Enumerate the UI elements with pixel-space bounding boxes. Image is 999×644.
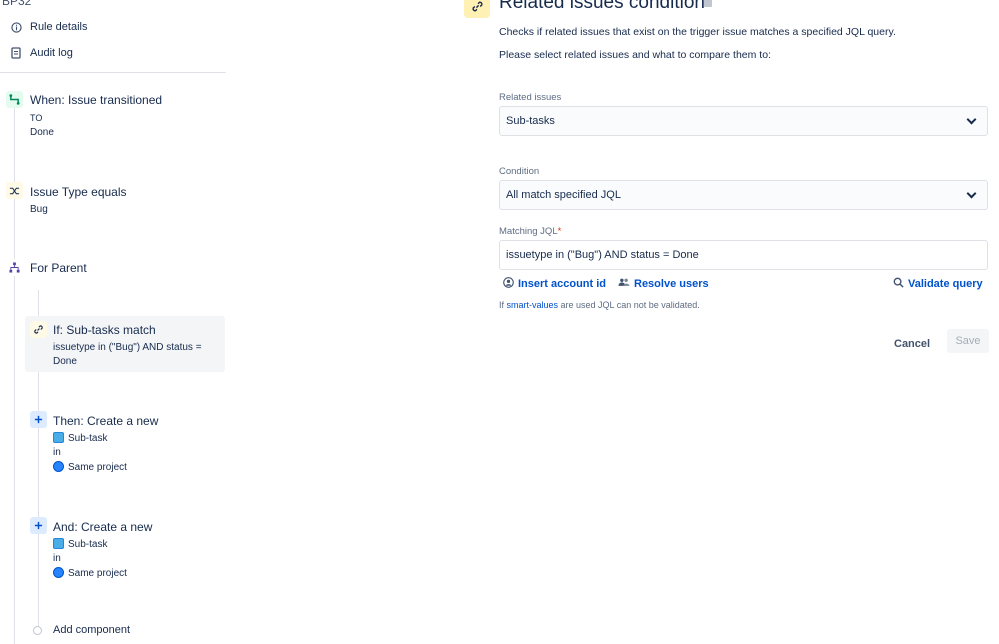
- issue-type-condition[interactable]: Issue Type equals Bug: [0, 182, 220, 218]
- nav-rule-details[interactable]: Rule details: [10, 21, 87, 33]
- nav-audit-log[interactable]: Audit log: [10, 47, 73, 59]
- subtask-icon: [53, 538, 64, 549]
- info-icon: [10, 21, 22, 33]
- trigger-icon: [6, 91, 23, 108]
- document-icon: [10, 47, 22, 59]
- user-icon: [503, 277, 514, 291]
- description-line1: Checks if related issues that exist on t…: [499, 26, 896, 38]
- subtask-icon: [53, 432, 64, 443]
- insert-account-id-button[interactable]: Insert account id: [503, 277, 606, 291]
- chevron-down-icon: [966, 188, 977, 199]
- nav-rule-details-label: Rule details: [30, 21, 88, 33]
- page-title: Related issues condition: [499, 0, 705, 13]
- plus-icon: [30, 411, 47, 428]
- then-in: in: [53, 447, 61, 458]
- shuffle-icon: [6, 182, 23, 199]
- add-dot-icon: [33, 625, 42, 635]
- save-button[interactable]: Save: [947, 329, 989, 353]
- project-icon: [53, 567, 64, 578]
- then-project: Same project: [53, 461, 127, 473]
- related-issues-value: Sub-tasks: [506, 115, 555, 127]
- link-icon: [464, 0, 490, 18]
- and-in: in: [53, 553, 61, 564]
- matching-jql-input[interactable]: issuetype in ("Bug") AND status = Done: [499, 240, 988, 270]
- condition-value: Bug: [30, 204, 48, 215]
- rule-sidebar: BP32 Rule details Audit log When: Issue …: [0, 0, 230, 644]
- condition-title: Issue Type equals: [30, 185, 127, 199]
- if-jql-line2: Done: [53, 356, 77, 367]
- related-issues-label: Related issues: [499, 92, 562, 103]
- related-issues-select[interactable]: Sub-tasks: [499, 106, 988, 136]
- search-icon: [893, 277, 904, 291]
- hierarchy-icon: [6, 259, 23, 276]
- project-icon: [53, 461, 64, 472]
- link-icon: [30, 321, 47, 338]
- resolve-users-button[interactable]: Resolve users: [618, 277, 709, 290]
- condition-select[interactable]: All match specified JQL: [499, 180, 988, 210]
- and-create-action[interactable]: And: Create a new Sub-task in Same proje…: [28, 516, 218, 582]
- trigger-line-to: TO: [30, 113, 43, 123]
- nav-audit-log-label: Audit log: [30, 47, 73, 59]
- required-marker: *: [557, 226, 562, 237]
- condition-label: Condition: [499, 166, 540, 177]
- then-issue-type: Sub-task: [53, 432, 107, 444]
- project-key: BP32: [2, 0, 32, 8]
- if-title: If: Sub-tasks match: [53, 323, 156, 337]
- branch-title: For Parent: [30, 261, 87, 275]
- people-icon: [618, 277, 630, 290]
- trigger-component[interactable]: When: Issue transitioned TO Done: [0, 90, 220, 142]
- matching-jql-value: issuetype in ("Bug") AND status = Done: [506, 249, 699, 261]
- validate-query-button[interactable]: Validate query: [893, 277, 983, 291]
- description-line2: Please select related issues and what to…: [499, 49, 771, 61]
- add-component-label: Add component: [53, 624, 131, 636]
- sidebar-divider: [0, 72, 226, 73]
- branch-for-parent[interactable]: For Parent: [0, 258, 220, 280]
- and-project: Same project: [53, 567, 127, 579]
- trigger-title: When: Issue transitioned: [30, 93, 163, 107]
- plus-icon: [30, 517, 47, 534]
- trash-icon[interactable]: [704, 0, 712, 7]
- and-title: And: Create a new: [53, 520, 153, 534]
- if-jql-line1: issuetype in ("Bug") AND status =: [53, 342, 202, 353]
- component-config-panel: Related issues condition Checks if relat…: [464, 0, 999, 644]
- then-title: Then: Create a new: [53, 414, 159, 428]
- add-component-button[interactable]: Add component: [33, 624, 130, 636]
- smart-values-hint: If smart-values are used JQL can not be …: [499, 300, 700, 310]
- smart-values-link[interactable]: smart-values: [507, 300, 559, 310]
- then-create-action[interactable]: Then: Create a new Sub-task in Same proj…: [28, 410, 218, 476]
- condition-value: All match specified JQL: [506, 189, 621, 201]
- and-issue-type: Sub-task: [53, 538, 107, 550]
- matching-jql-label: Matching JQL*: [499, 226, 562, 237]
- cancel-button[interactable]: Cancel: [894, 333, 930, 355]
- trigger-line-status: Done: [30, 127, 54, 138]
- chevron-down-icon: [966, 114, 977, 125]
